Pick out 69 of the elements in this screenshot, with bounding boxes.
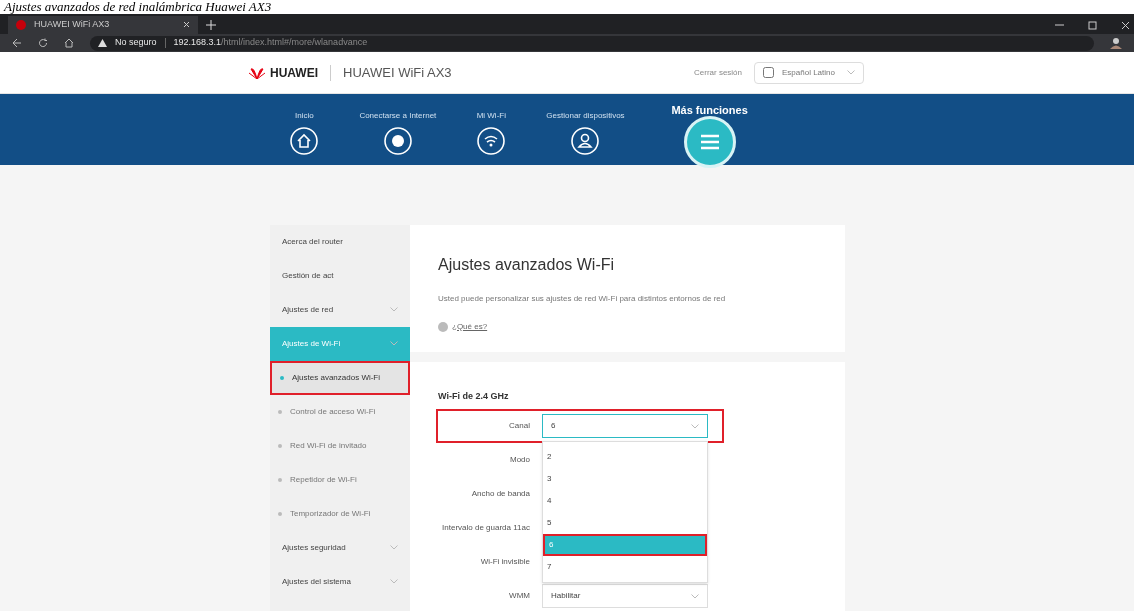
nav-item[interactable]: Inicio — [289, 93, 320, 165]
field-label: Canal — [508, 420, 531, 432]
field-label: Ancho de banda — [470, 488, 531, 500]
home-icon[interactable] — [64, 38, 74, 48]
dropdown-option[interactable]: 2 — [543, 446, 707, 468]
field-label: WMM — [508, 590, 531, 602]
close-window-icon[interactable] — [1121, 20, 1130, 30]
huawei-logo-icon — [16, 19, 26, 30]
tab-title: HUAWEI WiFi AX3 — [34, 17, 111, 31]
globe-icon — [382, 125, 413, 156]
nav-item[interactable]: Mi Wi-Fi — [476, 93, 507, 165]
reload-icon[interactable] — [38, 38, 48, 48]
chevron-icon — [691, 593, 699, 599]
sidebar-item[interactable]: Ajustes de red — [270, 292, 410, 327]
chevron-icon — [691, 423, 699, 429]
browser-tab[interactable]: HUAWEI WiFi AX3 — [8, 15, 198, 34]
product-name: HUAWEI WiFi AX3 — [343, 63, 452, 82]
dropdown-option[interactable]: 3 — [543, 468, 707, 490]
sidebar-subitem[interactable]: Temporizador de Wi-Fi — [270, 496, 410, 531]
brand-name: HUAWEI — [270, 64, 318, 82]
warning-icon — [98, 39, 107, 47]
sidebar-item[interactable]: Acerca del router — [270, 224, 410, 259]
select-field[interactable]: Habilitar — [542, 584, 708, 608]
sidebar-item[interactable]: Gestión de act — [270, 258, 410, 293]
minimize-icon[interactable] — [1055, 23, 1064, 26]
sidebar-subitem[interactable]: Ajustes avanzados Wi-Fi — [270, 360, 410, 395]
bullet-icon — [278, 511, 282, 516]
page-title: Ajustes avanzados Wi-Fi — [438, 254, 616, 275]
language-icon — [763, 67, 774, 78]
help-icon — [438, 321, 448, 332]
bullet-icon — [278, 477, 282, 482]
nav-item[interactable]: Más funciones — [664, 93, 755, 165]
dropdown-option[interactable]: 4 — [543, 490, 707, 512]
bullet-icon — [278, 443, 282, 448]
field-label: Modo — [509, 454, 531, 466]
sidebar-item[interactable]: Ajustes seguridad — [270, 530, 410, 565]
security-label: No seguro — [115, 36, 157, 50]
wifi-icon — [476, 125, 507, 156]
sidebar-subitem[interactable]: Control de acceso Wi-Fi — [270, 394, 410, 429]
restore-icon[interactable] — [1088, 20, 1097, 30]
section-title: Wi-Fi de 2.4 GHz — [438, 389, 510, 403]
select-field[interactable]: 6 — [542, 414, 708, 438]
back-arrow-icon[interactable] — [12, 38, 22, 48]
close-icon[interactable] — [183, 21, 190, 29]
profile-icon[interactable] — [1110, 37, 1122, 49]
dropdown-option[interactable]: 7 — [543, 556, 707, 578]
caption: Ajustes avanzados de red inalámbrica Huawei AX3 — [2, 0, 273, 14]
chevron-icon — [847, 70, 855, 75]
home-icon — [289, 125, 320, 156]
user-icon — [570, 125, 601, 156]
new-tab-icon[interactable] — [206, 19, 216, 30]
field-label: Wi-Fi invisible — [479, 556, 531, 568]
language-selector[interactable]: Español Latino — [754, 61, 864, 84]
menu-icon — [698, 132, 721, 151]
field-label: Intervalo de guarda 11ac — [441, 522, 531, 534]
sidebar-subitem[interactable]: Repetidor de Wi-Fi — [270, 462, 410, 497]
description: Usted puede personalizar sus ajustes de red Wi-Fi para distintos entornos de red — [438, 292, 727, 305]
help-link[interactable]: ¿Qué es? — [452, 320, 488, 333]
logout-link[interactable]: Cerrar sesión — [694, 66, 742, 79]
nav-item[interactable]: Conectarse a Internet — [359, 93, 437, 165]
address-bar[interactable]: No seguro 192.168.3.1/html/index.html#/more/wlanadvance — [90, 35, 1094, 51]
bullet-icon — [278, 409, 282, 414]
bullet-icon — [280, 375, 284, 380]
url-text: 192.168.3.1/html/index.html#/more/wlanadvance — [173, 36, 368, 50]
sidebar-subitem[interactable]: Red Wi-Fi de invitado — [270, 428, 410, 463]
nav-item[interactable]: Gestionar dispositivos — [546, 93, 625, 165]
dropdown-option[interactable]: 5 — [543, 512, 707, 534]
sidebar-item[interactable]: Ajustes del sistema — [270, 564, 410, 599]
huawei-logo-icon — [248, 66, 266, 79]
